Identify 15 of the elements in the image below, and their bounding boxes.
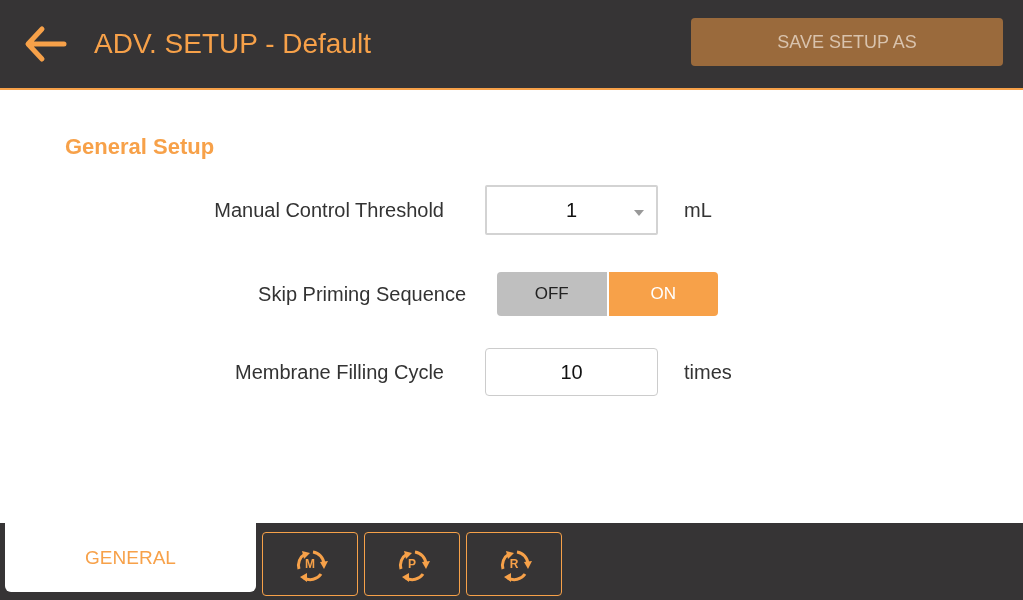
- toggle-option[interactable]: OFF: [497, 272, 607, 316]
- setting-label: Skip Priming Sequence: [257, 282, 466, 306]
- cycle-tab[interactable]: M: [262, 532, 358, 596]
- threshold-dropdown[interactable]: 1: [485, 185, 658, 235]
- unit-label: times: [684, 360, 732, 384]
- section-title: General Setup: [65, 134, 216, 160]
- caret-icon: [634, 210, 644, 216]
- page-title: ADV. SETUP - Default: [94, 28, 372, 60]
- setting-label: Manual Control Threshold: [213, 198, 444, 222]
- setting-label: Membrane Filling Cycle: [234, 360, 444, 384]
- number-field[interactable]: 10: [485, 348, 658, 396]
- cycle-tab[interactable]: P: [364, 532, 460, 596]
- back-icon[interactable]: [24, 24, 68, 64]
- unit-label: mL: [684, 198, 712, 222]
- cycle-tab[interactable]: R: [466, 532, 562, 596]
